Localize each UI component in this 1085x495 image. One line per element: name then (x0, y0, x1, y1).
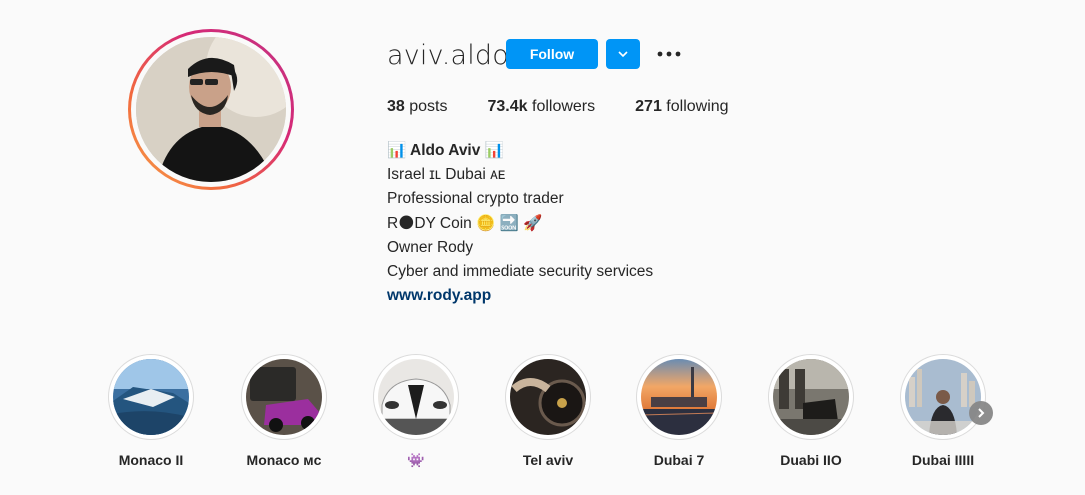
profile-avatar-ring[interactable] (128, 29, 294, 190)
highlight-cover (641, 359, 717, 435)
highlight-cover (510, 359, 586, 435)
story-highlight[interactable]: Monaco II (106, 354, 196, 468)
avatar-border (131, 32, 291, 187)
highlight-ring (108, 354, 194, 440)
chevron-down-icon (618, 51, 628, 58)
highlight-cover (378, 359, 454, 435)
highlight-ring (505, 354, 591, 440)
profile-avatar (136, 37, 286, 182)
suggestions-dropdown-button[interactable] (606, 39, 640, 69)
bio-line: Professional crypto trader (387, 190, 564, 208)
highlight-cover-image (510, 359, 586, 435)
posts-label: posts (409, 98, 448, 115)
followers-count: 73.4k (487, 98, 528, 115)
highlight-cover-image (113, 359, 189, 435)
profile-bio: 📊 Aldo Aviv 📊 Israel ɪʟ Dubai ᴀᴇ Profess… (387, 139, 653, 308)
followers-stat[interactable]: 73.4k followers (488, 98, 596, 116)
story-highlight[interactable]: Duabi IIO (766, 354, 856, 468)
followers-label: followers (532, 98, 596, 115)
highlight-ring (373, 354, 459, 440)
avatar-figure (136, 37, 286, 182)
profile-username: aviv.aldo (387, 40, 509, 71)
story-highlight[interactable]: Dubai 7 (634, 354, 724, 468)
highlight-label: Dubai IIIII (911, 452, 975, 468)
highlight-label: Monaco II (118, 452, 184, 468)
posts-stat: 38 posts (387, 98, 448, 116)
profile-full-name: 📊 Aldo Aviv 📊 (387, 142, 504, 159)
highlight-cover (905, 359, 981, 435)
highlight-ring (241, 354, 327, 440)
more-options-button[interactable] (656, 44, 682, 64)
highlight-cover-image (905, 359, 981, 435)
highlight-label: Duabi IIO (780, 452, 842, 468)
highlight-cover (773, 359, 849, 435)
highlight-cover-image (641, 359, 717, 435)
highlight-cover-image (246, 359, 322, 435)
highlight-ring (900, 354, 986, 440)
highlight-label: Monaco ᴍᴄ (246, 452, 322, 468)
highlight-label: Tel aviv (522, 452, 574, 468)
highlight-cover (246, 359, 322, 435)
bio-line: Cyber and immediate security services (387, 263, 654, 281)
follow-button[interactable]: Follow (506, 39, 598, 69)
chevron-right-icon (978, 408, 985, 418)
highlight-label: 👾 (407, 452, 425, 468)
bio-line: R🌑DY Coin 🪙 🔜 🚀 (387, 214, 543, 232)
story-highlight[interactable]: 👾 (371, 354, 461, 469)
following-label: following (666, 98, 729, 115)
highlights-next-button[interactable] (969, 401, 993, 425)
following-count: 271 (635, 98, 662, 115)
profile-stats: 38 posts 73.4k followers 271 following (387, 98, 769, 116)
highlight-cover-image (773, 359, 849, 435)
highlight-cover (113, 359, 189, 435)
following-stat[interactable]: 271 following (635, 98, 728, 116)
bio-link[interactable]: www.rody.app (387, 284, 653, 308)
story-highlight[interactable]: Monaco ᴍᴄ (239, 354, 329, 468)
bio-line: Owner Rody (387, 238, 474, 256)
bio-line: Israel ɪʟ Dubai ᴀᴇ (387, 166, 506, 184)
posts-count: 38 (387, 98, 405, 115)
highlight-ring (768, 354, 854, 440)
ellipsis-icon (657, 51, 681, 57)
highlight-cover-image (378, 359, 454, 435)
highlight-label: Dubai 7 (653, 452, 705, 468)
highlight-ring (636, 354, 722, 440)
story-highlight[interactable]: Tel aviv (503, 354, 593, 468)
